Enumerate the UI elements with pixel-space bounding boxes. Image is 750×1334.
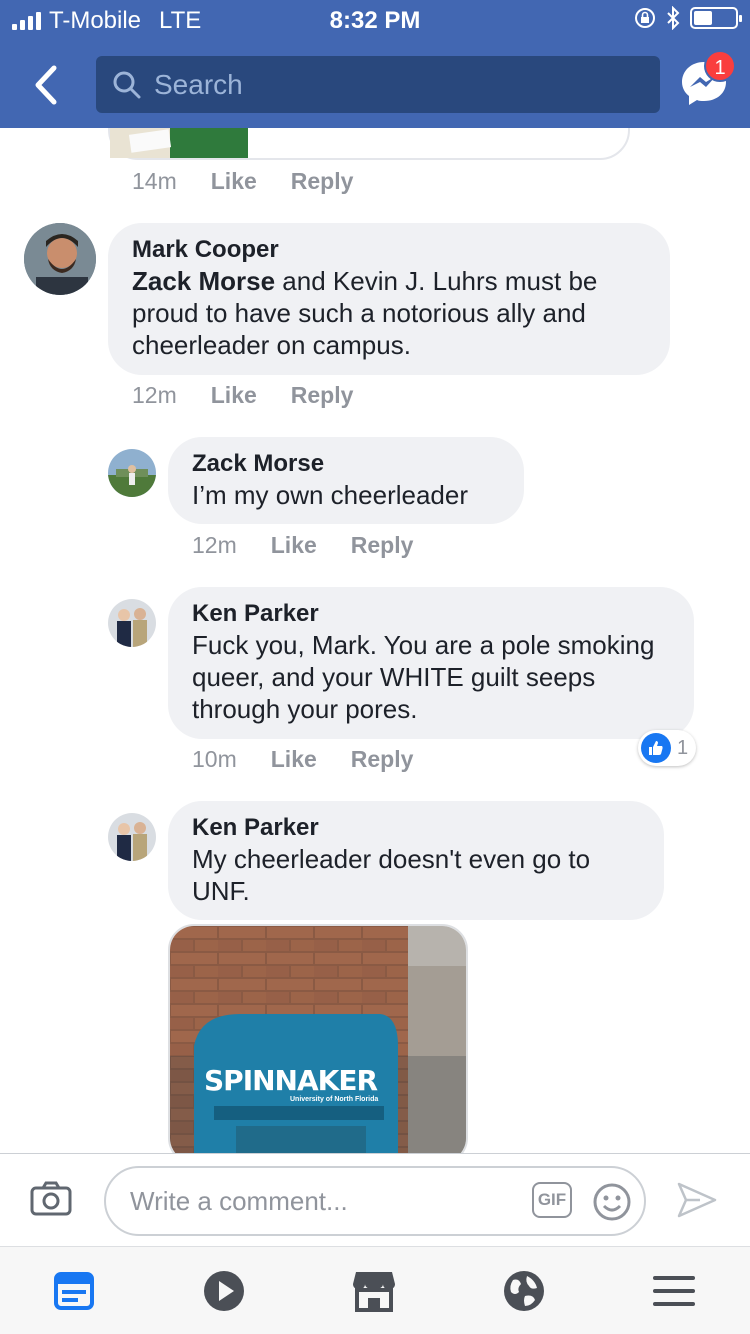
camera-icon[interactable] [30, 1180, 72, 1216]
bluetooth-icon [667, 6, 680, 30]
search-placeholder: Search [154, 68, 243, 100]
comment-thread[interactable]: 14m Like Reply Mark Cooper Zack Morse an… [0, 128, 750, 1153]
commenter-name[interactable]: Mark Cooper [132, 235, 646, 265]
reaction-count[interactable]: 1 [638, 730, 697, 766]
rotation-lock-icon [635, 8, 655, 28]
app-header: Search 1 [0, 40, 750, 128]
send-icon[interactable] [676, 1180, 718, 1220]
comment-bubble[interactable]: Mark Cooper Zack Morse and Kevin J. Luhr… [108, 223, 670, 375]
commenter-name[interactable]: Ken Parker [192, 599, 670, 629]
reaction-number: 1 [677, 736, 689, 759]
reply-button[interactable]: Reply [351, 746, 414, 773]
comment-actions: 10m Like Reply [192, 746, 413, 773]
search-icon [113, 71, 141, 98]
comment-bubble[interactable]: Ken Parker Fuck you, Mark. You are a pol… [168, 587, 694, 739]
avatar[interactable] [108, 599, 156, 647]
comment-actions: 14m Like Reply [132, 168, 353, 195]
status-bar: T-Mobile LTE 8:32 PM [0, 0, 750, 40]
marketplace-icon [353, 1272, 395, 1312]
comment-text: My cheerleader doesn't even go to UNF. [192, 844, 591, 906]
globe-icon [504, 1271, 544, 1311]
comment-composer: Write a comment... GIF [0, 1153, 750, 1246]
battery-icon [690, 7, 742, 29]
comment-time: 14m [132, 168, 177, 194]
reply-button[interactable]: Reply [351, 532, 414, 559]
comment-text: I’m my own cheerleader [192, 480, 468, 510]
emoji-icon[interactable] [592, 1182, 632, 1222]
avatar[interactable] [24, 223, 96, 295]
commenter-name[interactable]: Ken Parker [192, 813, 640, 843]
comment-time: 12m [132, 382, 177, 408]
mention-link[interactable]: Zack Morse [132, 266, 275, 296]
comment-bubble[interactable]: Zack Morse I’m my own cheerleader [168, 437, 524, 524]
comment-text: Fuck you, Mark. You are a pole smoking q… [192, 630, 655, 724]
comment-input[interactable]: Write a comment... GIF [104, 1166, 646, 1236]
news-feed-icon [54, 1272, 94, 1310]
comment-bubble[interactable]: Ken Parker My cheerleader doesn't even g… [168, 801, 664, 920]
comment-photo[interactable]: SPINNAKER University of North Florida [168, 924, 468, 1153]
like-button[interactable]: Like [211, 382, 257, 409]
tab-news-feed[interactable] [52, 1269, 96, 1313]
comment-time: 10m [192, 746, 237, 772]
tab-watch[interactable] [202, 1269, 246, 1313]
bottom-nav [0, 1246, 750, 1334]
previous-comment-photo[interactable] [110, 128, 248, 158]
tab-menu[interactable] [652, 1269, 696, 1313]
commenter-name[interactable]: Zack Morse [192, 449, 500, 479]
like-button[interactable]: Like [211, 168, 257, 195]
tab-marketplace[interactable] [352, 1269, 396, 1313]
hamburger-menu-icon [653, 1276, 695, 1306]
like-button[interactable]: Like [271, 746, 317, 773]
reply-button[interactable]: Reply [291, 382, 354, 409]
comment-placeholder: Write a comment... [130, 1185, 348, 1216]
avatar[interactable] [108, 813, 156, 861]
messenger-badge: 1 [704, 50, 736, 82]
comment-actions: 12m Like Reply [132, 382, 353, 409]
reply-button[interactable]: Reply [291, 168, 354, 195]
photo-sign-subtitle: University of North Florida [290, 1096, 379, 1103]
like-button[interactable]: Like [271, 532, 317, 559]
comment-time: 12m [192, 532, 237, 558]
photo-sign-text: SPINNAKER [204, 1064, 378, 1097]
back-arrow-icon[interactable] [26, 60, 66, 110]
tab-notifications[interactable] [502, 1269, 546, 1313]
avatar[interactable] [108, 449, 156, 497]
search-input[interactable]: Search [96, 56, 660, 113]
video-play-icon [204, 1271, 244, 1311]
comment-text: Zack Morse and Kevin J. Luhrs must be pr… [132, 266, 598, 360]
comment-actions: 12m Like Reply [192, 532, 413, 559]
gif-button[interactable]: GIF [532, 1182, 572, 1218]
like-reaction-icon [641, 733, 671, 763]
